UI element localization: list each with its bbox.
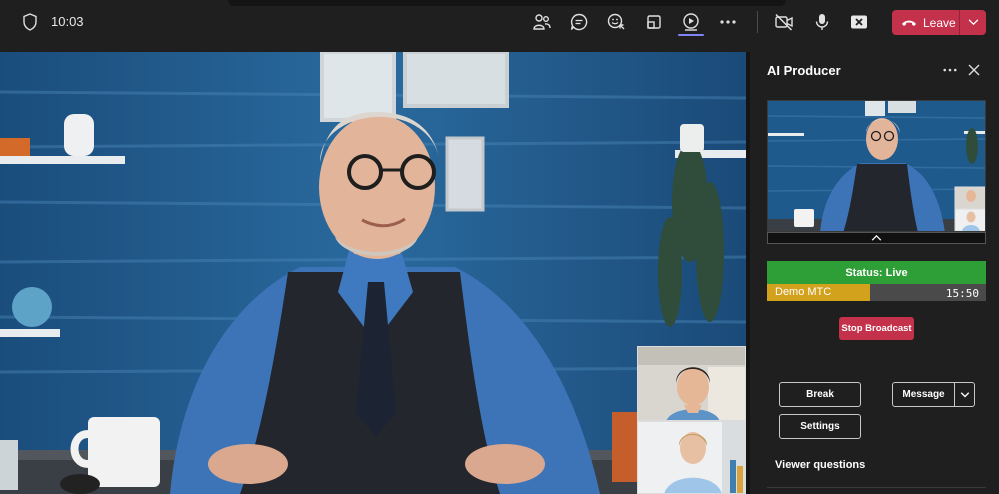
settings-button[interactable]: Settings	[779, 414, 861, 439]
chat-icon[interactable]	[567, 10, 591, 34]
message-button[interactable]: Message	[892, 382, 955, 407]
stop-broadcast-button[interactable]: Stop Broadcast	[839, 317, 914, 340]
camera-off-icon[interactable]	[772, 10, 796, 34]
preview-expand-toggle[interactable]	[767, 232, 986, 244]
leave-label: Leave	[923, 15, 956, 30]
segment-progress: Demo MTC 15:50	[767, 284, 986, 301]
meeting-timer: 10:03	[51, 14, 84, 29]
active-tab-indicator	[678, 34, 704, 36]
ai-producer-panel: AI Producer Status: Live Demo MTC 15:50 …	[750, 52, 999, 494]
leave-button-group: Leave	[892, 10, 986, 35]
presenter-video-image	[0, 52, 746, 494]
segment-time: 15:50	[945, 287, 979, 300]
leave-button[interactable]: Leave	[892, 10, 960, 35]
message-options-button[interactable]	[954, 382, 975, 407]
section-divider	[767, 487, 986, 488]
preview-video-image	[768, 101, 985, 231]
share-icon[interactable]	[679, 10, 703, 34]
participant-video-image	[638, 347, 745, 420]
people-icon[interactable]	[530, 10, 554, 34]
chevron-down-icon	[960, 391, 969, 397]
react-icon[interactable]	[604, 10, 628, 34]
shield-icon[interactable]	[22, 13, 38, 31]
break-button[interactable]: Break	[779, 382, 861, 407]
panel-title: AI Producer	[767, 63, 841, 78]
title-bar-notch	[228, 0, 786, 6]
top-bar: 10:03 Leave	[0, 0, 999, 45]
viewer-questions-heading: Viewer questions	[775, 459, 866, 471]
participant-video-image	[638, 422, 745, 493]
participant-tile[interactable]	[637, 421, 746, 494]
main-video-feed[interactable]	[0, 52, 746, 494]
rooms-icon[interactable]	[642, 10, 666, 34]
broadcast-preview	[767, 100, 986, 232]
participant-tile[interactable]	[637, 346, 746, 421]
broadcast-status-banner: Status: Live	[767, 261, 986, 284]
phone-hangup-icon	[902, 20, 916, 26]
more-options-icon[interactable]	[940, 60, 960, 80]
segment-name: Demo MTC	[775, 286, 832, 298]
leave-options-button[interactable]	[960, 10, 986, 35]
mic-icon[interactable]	[810, 10, 834, 34]
chevron-up-icon	[871, 235, 882, 241]
close-icon[interactable]	[964, 60, 984, 80]
toolbar-separator	[757, 11, 758, 33]
more-icon[interactable]	[716, 10, 740, 34]
share-stop-icon[interactable]	[847, 10, 871, 34]
chevron-down-icon	[968, 19, 978, 26]
